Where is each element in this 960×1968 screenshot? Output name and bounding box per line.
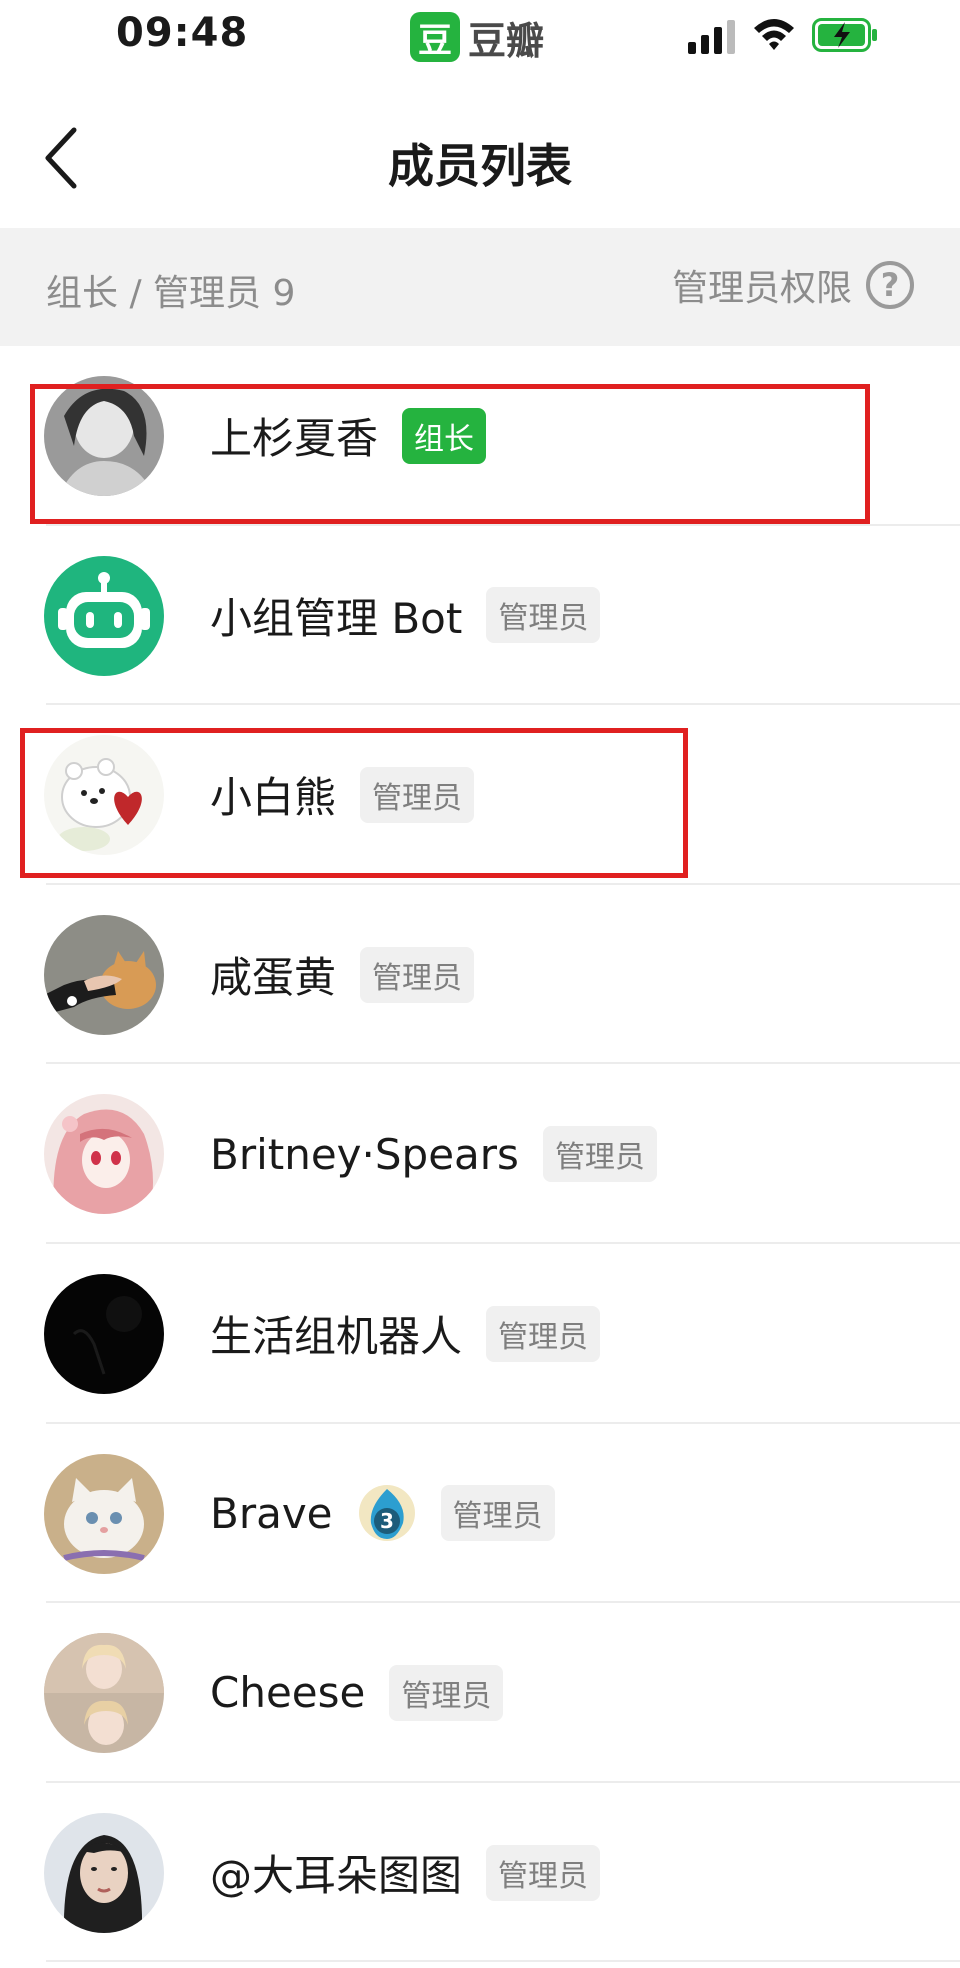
cat-hand-avatar-icon: [44, 914, 164, 1035]
page-title: 成员列表: [388, 139, 572, 193]
portrait-avatar-icon: [44, 376, 164, 496]
help-icon[interactable]: ?: [866, 261, 914, 309]
member-row[interactable]: Cheese 管理员: [0, 1603, 960, 1783]
member-list: 上杉夏香 组长 小组管理 Bot 管理员 小白熊 管理员 咸蛋黄 管理员 Bri…: [0, 346, 960, 1963]
role-badge-admin: 管理员: [486, 1305, 601, 1362]
member-name: Britney·Spears: [210, 1129, 519, 1179]
status-app-name: 豆瓣: [468, 18, 545, 63]
member-row[interactable]: 咸蛋黄 管理员: [0, 885, 960, 1065]
member-row[interactable]: 上杉夏香 组长: [0, 346, 960, 526]
avatar[interactable]: [44, 555, 164, 676]
member-name: Brave: [210, 1488, 333, 1538]
member-info: @大耳朵图图 管理员: [210, 1783, 601, 1963]
member-info: 上杉夏香 组长: [210, 346, 487, 526]
member-row[interactable]: Brave 3 管理员: [0, 1424, 960, 1604]
dark-scene-avatar-icon: [44, 1273, 164, 1394]
signal-icon: [688, 20, 735, 54]
member-name: 生活组机器人: [210, 1312, 463, 1362]
member-row[interactable]: 小白熊 管理员: [0, 705, 960, 885]
member-info: Brave 3 管理员: [210, 1424, 555, 1604]
avatar[interactable]: [44, 1094, 164, 1215]
role-badge-admin: 管理员: [440, 1485, 555, 1542]
role-badge-admin: 管理员: [486, 1844, 601, 1901]
member-info: 咸蛋黄 管理员: [210, 885, 475, 1065]
girl-collage-avatar-icon: [44, 1633, 164, 1754]
level-badge-icon: 3: [358, 1485, 415, 1542]
nav-bar: 成员列表: [0, 96, 960, 224]
member-name: 小组管理 Bot: [210, 593, 463, 643]
role-badge-owner: 组长: [402, 407, 487, 464]
avatar[interactable]: [44, 1812, 164, 1933]
member-info: 生活组机器人 管理员: [210, 1244, 601, 1424]
section-title: 组长 / 管理员 9: [46, 273, 296, 314]
robot-avatar-icon: [44, 555, 164, 676]
avatar[interactable]: [44, 914, 164, 1035]
role-badge-admin: 管理员: [389, 1664, 504, 1721]
member-row[interactable]: 生活组机器人 管理员: [0, 1244, 960, 1424]
member-name: 上杉夏香: [210, 414, 379, 464]
member-name: Cheese: [210, 1668, 366, 1718]
status-time: 09:48: [116, 10, 249, 56]
member-name: 咸蛋黄: [210, 953, 337, 1003]
avatar[interactable]: [44, 1273, 164, 1394]
avatar[interactable]: [44, 376, 164, 496]
role-badge-admin: 管理员: [360, 766, 475, 823]
member-name: @大耳朵图图: [210, 1851, 463, 1901]
admin-permissions-label: 管理员权限: [671, 268, 852, 309]
white-cat-avatar-icon: [44, 1453, 164, 1574]
battery-charging-icon: [812, 18, 877, 52]
role-badge-admin: 管理员: [542, 1126, 657, 1183]
avatar[interactable]: [44, 735, 164, 856]
role-badge-admin: 管理员: [486, 587, 601, 644]
member-info: Cheese 管理员: [210, 1603, 504, 1783]
section-header: 组长 / 管理员 9 管理员权限 ?: [0, 228, 960, 346]
member-row[interactable]: @大耳朵图图 管理员: [0, 1783, 960, 1963]
anime-girl-avatar-icon: [44, 1094, 164, 1215]
avatar[interactable]: [44, 1633, 164, 1754]
status-bar: 09:48 豆 豆瓣: [0, 0, 960, 72]
status-app-indicator: 豆 豆瓣: [410, 12, 545, 63]
member-row[interactable]: Britney·Spears 管理员: [0, 1064, 960, 1244]
level-badge-number: 3: [380, 1509, 394, 1533]
member-info: Britney·Spears 管理员: [210, 1064, 657, 1244]
bear-heart-avatar-icon: [44, 735, 164, 856]
avatar[interactable]: [44, 1453, 164, 1574]
member-info: 小组管理 Bot 管理员: [210, 526, 601, 706]
member-name: 小白熊: [210, 773, 337, 823]
woman-portrait-avatar-icon: [44, 1812, 164, 1933]
douban-logo-icon: 豆: [410, 12, 460, 62]
admin-permissions-link[interactable]: 管理员权限 ?: [672, 258, 914, 312]
role-badge-admin: 管理员: [360, 946, 475, 1003]
member-info: 小白熊 管理员: [210, 705, 475, 885]
divider: [46, 1960, 960, 1963]
wifi-icon: [754, 19, 794, 50]
member-row[interactable]: 小组管理 Bot 管理员: [0, 526, 960, 706]
